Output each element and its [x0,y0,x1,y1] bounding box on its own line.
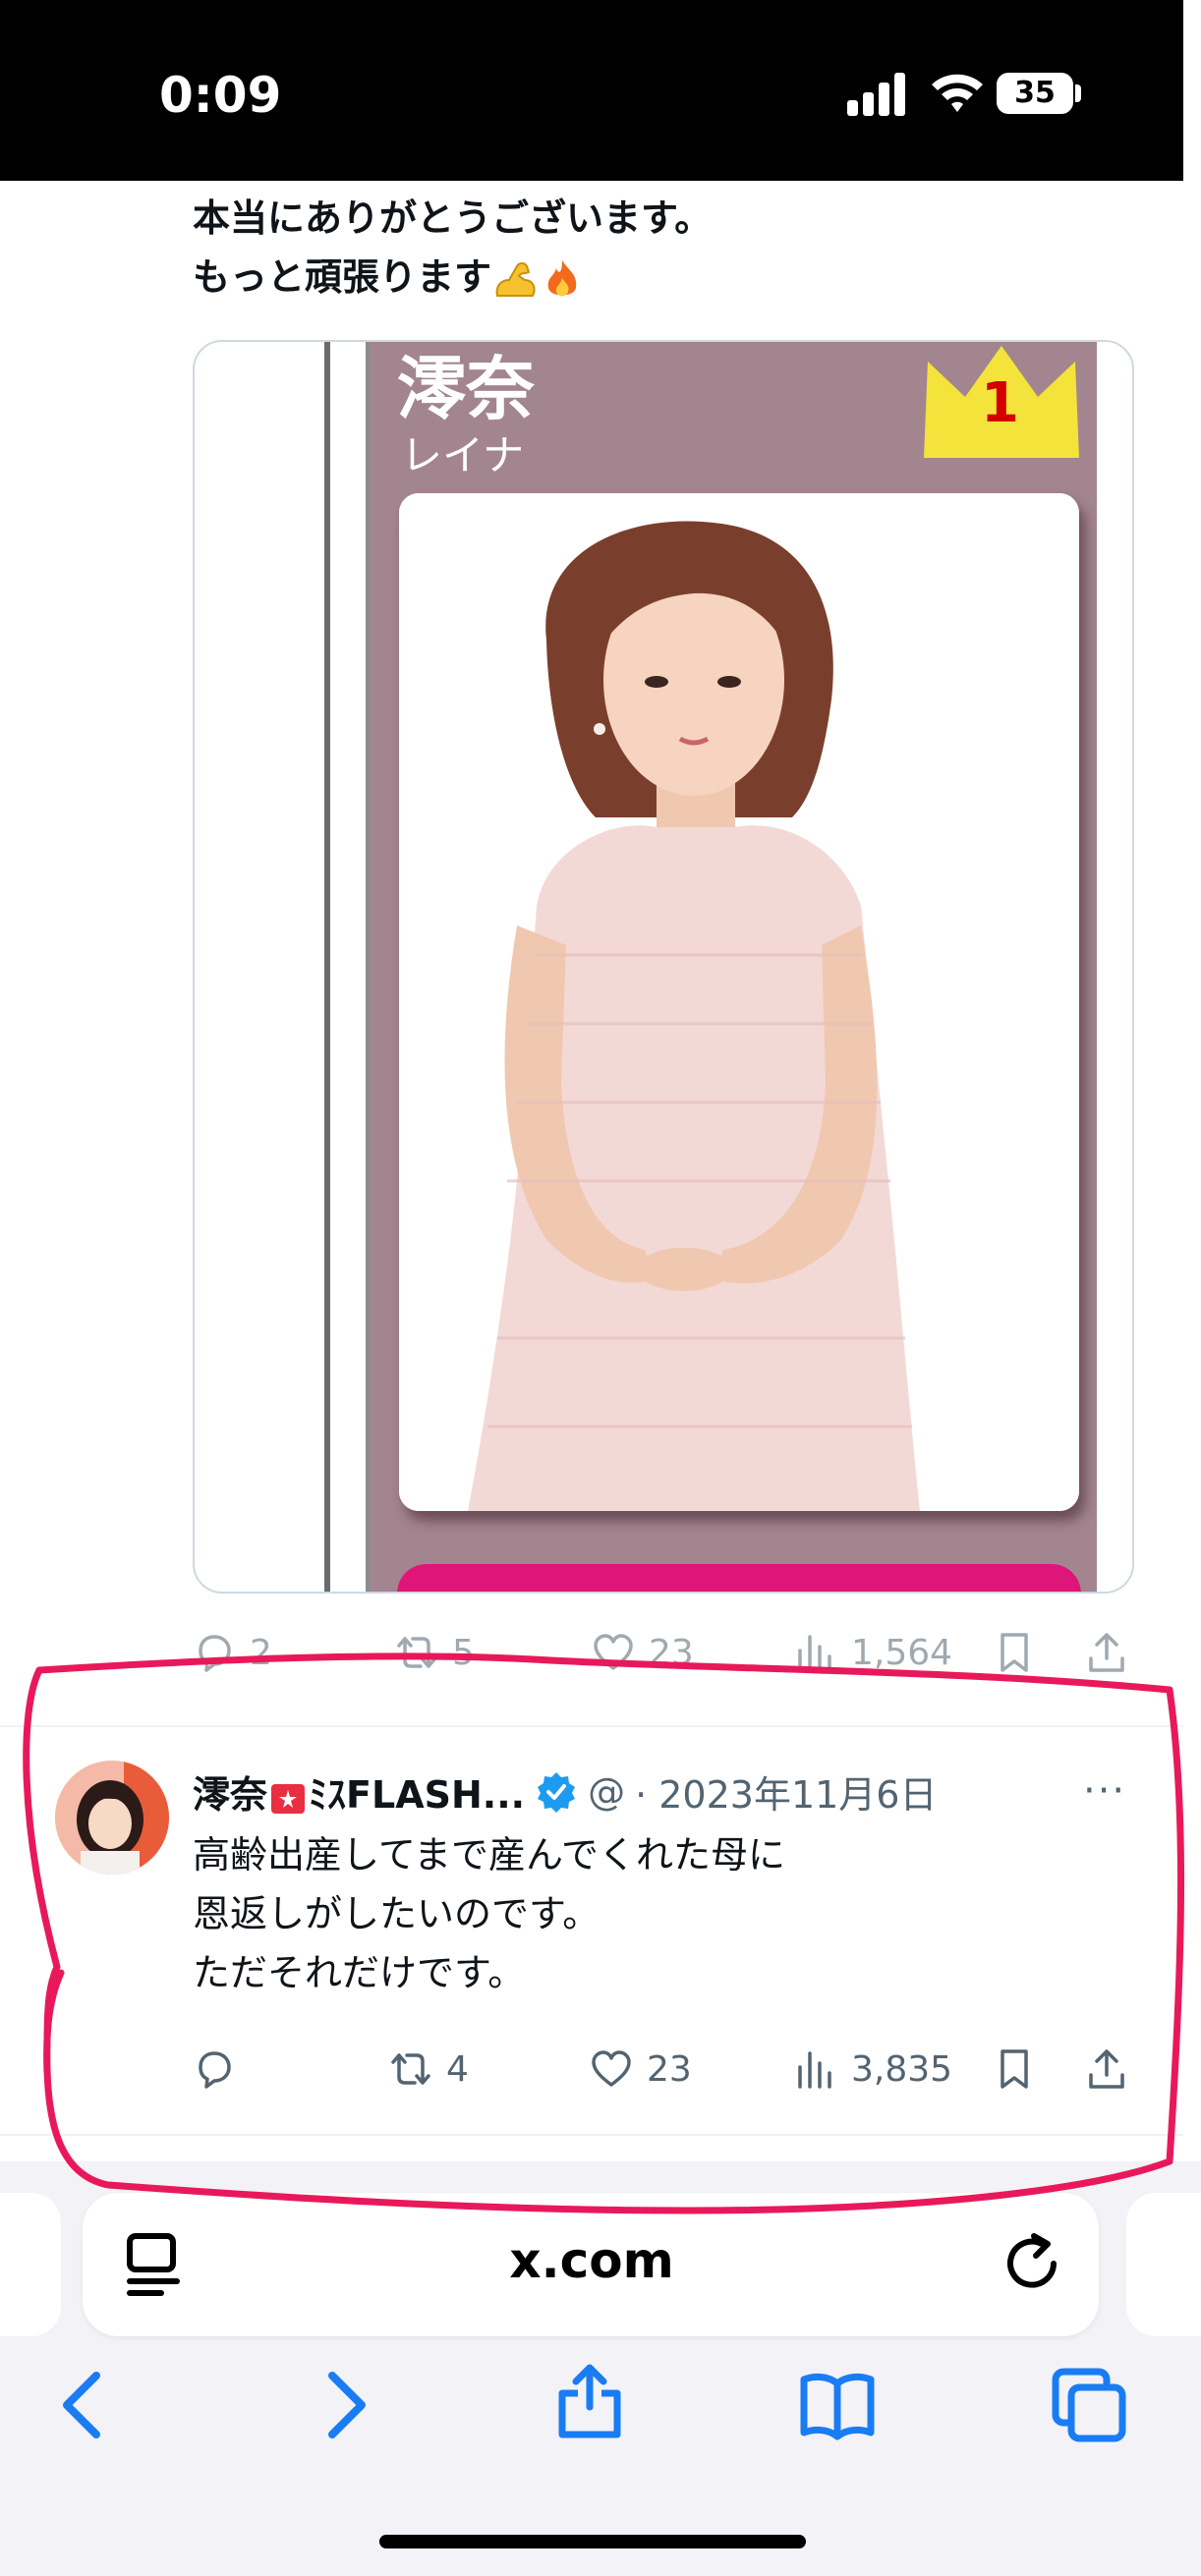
views-icon [798,1635,831,1672]
forward-icon [328,2372,366,2438]
share-sheet-icon [558,2364,621,2438]
tabs-button[interactable] [1050,2366,1128,2448]
views-icon [798,2051,831,2089]
like-action[interactable]: 23 [592,1631,694,1674]
like-count: 23 [647,2048,692,2090]
tabs-icon [1052,2368,1126,2442]
wifi-icon [928,67,987,116]
views-action[interactable]: 1,564 [794,1631,952,1674]
bookmark-button[interactable] [993,2047,1036,2091]
flexed-biceps-icon [491,258,539,302]
fire-icon [539,258,586,302]
bookmark-icon [1001,1633,1028,1672]
card-kana: レイナ [401,431,525,479]
reply-icon [199,1635,231,1672]
reply-icon [199,2051,231,2089]
rank-number: 1 [981,371,1019,435]
divider [0,2134,1183,2136]
card-rail [324,342,330,1592]
home-indicator [379,2535,806,2548]
share-icon [1089,1633,1124,1672]
reload-icon[interactable] [999,2228,1067,2297]
share-button[interactable] [1085,1631,1128,1674]
battery-tip [1075,84,1081,102]
views-count: 3,835 [851,2048,953,2090]
divider [0,1725,1183,1727]
forward-button[interactable] [305,2366,383,2448]
bookmark-button[interactable] [993,1631,1036,1674]
author-handle[interactable]: @ [588,1770,625,1814]
tweet1-line2-wrap: もっと頑張ります [193,248,712,307]
like-icon [594,1634,633,1670]
more-options-icon[interactable]: ··· [1083,1768,1126,1814]
retweet-action[interactable]: 5 [395,1631,475,1674]
reply-action[interactable]: 2 [193,1631,272,1674]
views-action[interactable]: 3,835 [794,2047,952,2091]
card-name: 澪奈 [397,348,535,429]
bookmarks-button[interactable] [798,2366,877,2448]
reply-count: 2 [250,1632,272,1673]
back-icon [63,2372,100,2438]
tweet2-line: 高齢出産してまで産んでくれた母に [193,1833,786,1876]
profile-photo [399,493,1079,1511]
share-sheet-button[interactable] [550,2362,629,2444]
tweet2-line: ただそれだけです。 [193,1951,526,1994]
signal-icon [847,71,906,116]
share-button[interactable] [1085,2047,1128,2091]
tweet1-line1: 本当にありがとうございます。 [193,196,713,240]
avatar[interactable] [55,1761,169,1875]
reply-action[interactable] [193,2047,250,2091]
retweet-icon [397,1637,436,1668]
tweet1-text: 本当にありがとうございます。 もっと頑張ります [193,189,712,307]
like-action[interactable]: 23 [590,2047,692,2091]
author-name-suffix: ﾐｽFLASH... [309,1773,526,1817]
card-action-button[interactable] [397,1564,1081,1592]
tweet2-line: 恩返しがしたいのです。 [193,1892,600,1935]
share-icon [1089,2049,1124,2089]
like-icon [592,2050,631,2087]
retweet-icon [391,2053,430,2085]
tweet1-line2: もっと頑張ります [193,255,492,299]
back-button[interactable] [45,2366,124,2448]
tweet2-text: 高齢出産してまで産んでくれた母に 恩返しがしたいのです。 ただそれだけです。 [193,1825,785,2002]
retweet-action[interactable]: 4 [389,2047,469,2091]
bookmark-icon [1001,2049,1028,2089]
retweet-count: 4 [446,2048,469,2090]
tweet-date[interactable]: · 2023年11月6日 [635,1764,937,1819]
views-count: 1,564 [851,1632,953,1673]
tweet2-header: 澪奈 ﾐｽFLASH... @ · 2023年11月6日 [193,1764,937,1819]
verified-icon [535,1770,578,1814]
author-name[interactable]: 澪奈 ﾐｽFLASH... [193,1764,525,1819]
like-count: 23 [649,1632,694,1673]
battery-icon: 35 [997,73,1073,114]
siren-icon [267,1778,309,1818]
retweet-count: 5 [452,1632,475,1673]
status-time: 0:09 [159,67,282,124]
bookmarks-icon [800,2373,875,2440]
media-card[interactable]: 澪奈 レイナ 1 [193,340,1134,1594]
author-name-main: 澪奈 [193,1773,268,1817]
